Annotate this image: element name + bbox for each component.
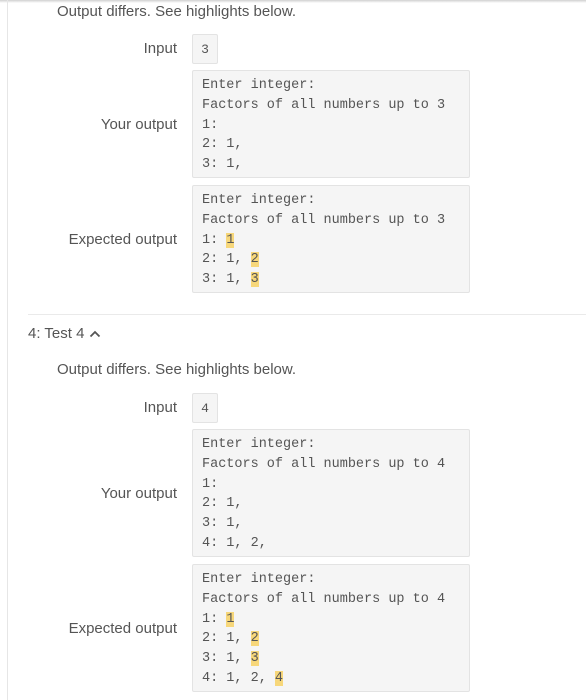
output-line-text: 1:: [202, 117, 219, 133]
section-divider: [28, 314, 586, 315]
output-line: 1:: [202, 475, 460, 495]
diff-highlight: 2: [250, 631, 259, 647]
diff-highlight: 1: [226, 232, 235, 248]
test-3-your-output: Enter integer: Factors of all numbers up …: [192, 70, 470, 178]
output-line-text: Enter integer:: [202, 572, 316, 587]
test-3-input-label: Input: [143, 40, 177, 57]
output-line-text: 1:: [202, 232, 227, 248]
output-line: 3: 1, 3: [202, 270, 460, 290]
output-line: 4: 1, 2,: [202, 534, 460, 554]
output-line-text: 1:: [202, 611, 227, 627]
output-line-text: 2: 1,: [202, 137, 243, 153]
diff-highlight: 3: [250, 651, 259, 667]
test-4-header[interactable]: 4: Test 4: [28, 325, 101, 342]
test-3-input-value: 3: [192, 34, 218, 64]
output-line: 4: 1, 2, 4: [202, 669, 460, 689]
output-line: 3: 1, 3: [202, 649, 460, 669]
output-line: 2: 1, 2: [202, 250, 460, 270]
output-line-text: 2: 1,: [202, 252, 251, 268]
output-line-text: 2: 1,: [202, 496, 243, 512]
output-line: 3: 1,: [202, 155, 460, 175]
output-line-text: 3: 1,: [202, 516, 243, 532]
output-line: Enter integer:: [202, 191, 460, 211]
output-line-text: Factors of all numbers up to 3: [202, 97, 446, 113]
output-line-text: 1:: [202, 476, 219, 492]
output-line: 3: 1,: [202, 514, 460, 534]
output-line-text: 4: 1, 2,: [202, 535, 267, 551]
output-line-text: 4: 1, 2,: [202, 670, 275, 686]
left-border: [7, 0, 8, 700]
test-4-expected-output-label: Expected output: [68, 620, 177, 637]
output-line: 2: 1,: [202, 135, 460, 155]
chevron-up-icon[interactable]: [89, 330, 101, 338]
output-line: Factors of all numbers up to 4: [202, 455, 460, 475]
output-line-text: Enter integer:: [202, 437, 316, 452]
diff-highlight: 2: [250, 252, 259, 268]
output-line-text: 3: 1,: [202, 651, 251, 667]
output-line: 1: 1: [202, 610, 460, 630]
output-line-text: 3: 1,: [202, 272, 251, 288]
test-4-input-value: 4: [192, 393, 218, 423]
output-line: Enter integer:: [202, 570, 460, 590]
output-line-text: 2: 1,: [202, 631, 251, 647]
test-4-diff-message: Output differs. See highlights below.: [57, 361, 297, 378]
test-4-your-output: Enter integer: Factors of all numbers up …: [192, 429, 470, 557]
test-4-expected-output: Enter integer: Factors of all numbers up …: [192, 564, 470, 692]
output-line: Enter integer:: [202, 76, 460, 96]
output-line: Enter integer:: [202, 435, 460, 455]
test-3-your-output-label: Your output: [100, 116, 177, 133]
test-4-title: 4: Test 4: [28, 325, 85, 342]
output-line-text: Factors of all numbers up to 4: [202, 591, 446, 607]
output-line: 1:: [202, 116, 460, 136]
output-line-text: Enter integer:: [202, 193, 316, 208]
test-4-your-output-label: Your output: [100, 485, 177, 502]
output-line-text: Factors of all numbers up to 4: [202, 456, 446, 472]
output-line: 2: 1,: [202, 494, 460, 514]
output-line-text: Enter integer:: [202, 78, 316, 93]
output-line: Factors of all numbers up to 4: [202, 590, 460, 610]
test-3-expected-output: Enter integer: Factors of all numbers up …: [192, 185, 470, 293]
diff-highlight: 1: [226, 611, 235, 627]
output-line: 2: 1, 2: [202, 629, 460, 649]
diff-highlight: 3: [250, 272, 259, 288]
test-3-expected-output-label: Expected output: [68, 231, 177, 248]
output-line: Factors of all numbers up to 3: [202, 96, 460, 116]
output-line: Factors of all numbers up to 3: [202, 211, 460, 231]
test-3-diff-message: Output differs. See highlights below.: [57, 3, 297, 20]
test-4-input-label: Input: [143, 399, 177, 416]
output-line-text: 3: 1,: [202, 157, 243, 173]
output-line-text: Factors of all numbers up to 3: [202, 212, 446, 228]
output-line: 1: 1: [202, 231, 460, 251]
diff-highlight: 4: [274, 670, 284, 686]
